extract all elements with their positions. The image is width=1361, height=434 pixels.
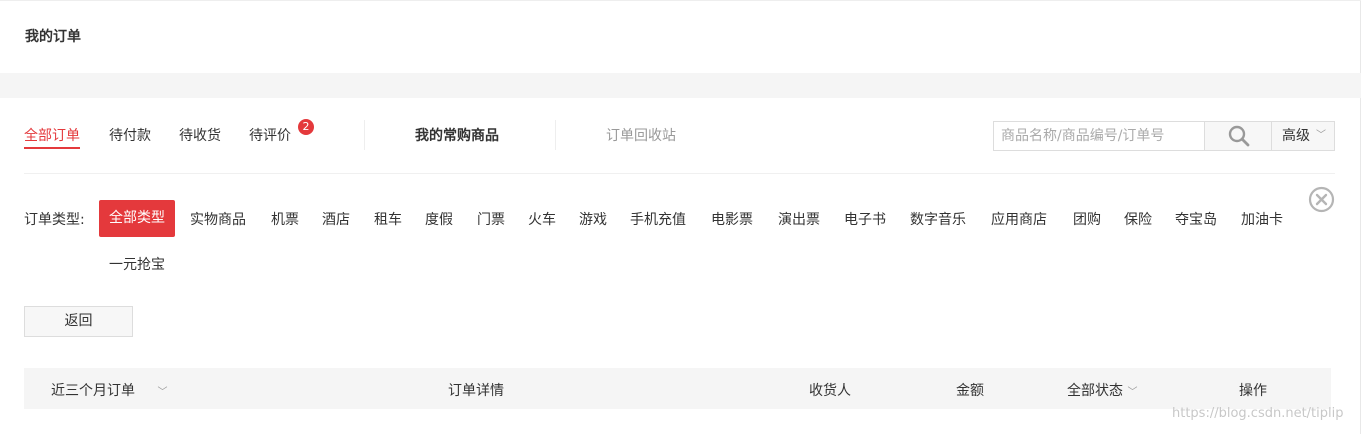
close-circle-icon[interactable]: [1308, 186, 1335, 213]
tab-recycle-bin[interactable]: 订单回收站: [606, 125, 676, 145]
type-tickets[interactable]: 门票: [477, 209, 505, 229]
status-filter[interactable]: 全部状态 ﹀: [1067, 380, 1137, 400]
period-filter[interactable]: 近三个月订单 ﹀: [51, 380, 167, 400]
tab-pending-receipt[interactable]: 待收货: [179, 125, 221, 145]
column-order-details: 订单详情: [448, 383, 504, 399]
order-search-input[interactable]: [993, 121, 1205, 151]
divider-line: [24, 173, 1335, 174]
type-one-yuan-snatch[interactable]: 一元抢宝: [109, 254, 165, 274]
type-movie-tickets[interactable]: 电影票: [711, 209, 753, 229]
tab-pending-payment[interactable]: 待付款: [109, 125, 151, 145]
advanced-search-button[interactable]: 高级 ﹀: [1271, 121, 1335, 151]
column-actions: 操作: [1239, 383, 1267, 399]
order-tabs: 全部订单 待付款 待收货 待评价 2 我的常购商品 订单回收站 高级 ﹀: [0, 98, 1361, 174]
column-amount: 金额: [956, 383, 984, 399]
type-fuel-card[interactable]: 加油卡: [1241, 209, 1283, 229]
type-flights[interactable]: 机票: [271, 209, 299, 229]
type-group-buy[interactable]: 团购: [1073, 209, 1101, 229]
order-type-label: 订单类型:: [24, 212, 85, 228]
search-icon: [1228, 125, 1250, 147]
type-physical-goods[interactable]: 实物商品: [190, 209, 246, 229]
advanced-label: 高级: [1282, 128, 1310, 144]
order-table-header: 近三个月订单 ﹀ 订单详情 收货人 金额 全部状态 ﹀ 操作: [24, 368, 1331, 409]
chevron-down-icon: ﹀: [1316, 130, 1326, 141]
type-mobile-topup[interactable]: 手机充值: [630, 209, 686, 229]
type-games[interactable]: 游戏: [579, 209, 607, 229]
tab-pending-review[interactable]: 待评价: [249, 125, 291, 145]
type-app-store[interactable]: 应用商店: [991, 209, 1047, 229]
search-button[interactable]: [1204, 121, 1272, 151]
chevron-down-icon: ﹀: [1127, 387, 1138, 398]
type-show-tickets[interactable]: 演出票: [778, 209, 820, 229]
watermark-text: https://blog.csdn.net/tiplip: [1172, 406, 1344, 421]
tab-divider: [555, 120, 556, 150]
column-receiver: 收货人: [809, 383, 851, 399]
type-ebooks[interactable]: 电子书: [844, 209, 886, 229]
title-bar: 我的订单: [0, 0, 1361, 73]
type-train[interactable]: 火车: [528, 209, 556, 229]
order-page: 我的订单 全部订单 待付款 待收货 待评价 2 我的常购商品 订单回收站 高级 …: [0, 0, 1361, 434]
period-label: 近三个月订单: [51, 383, 135, 399]
chevron-down-icon: ﹀: [157, 387, 168, 398]
type-digital-music[interactable]: 数字音乐: [910, 209, 966, 229]
tab-frequent-goods[interactable]: 我的常购商品: [415, 125, 499, 145]
type-treasure-island[interactable]: 夺宝岛: [1175, 209, 1217, 229]
tab-all-orders[interactable]: 全部订单: [24, 125, 80, 149]
page-title: 我的订单: [25, 29, 81, 45]
separator-band: [0, 73, 1361, 98]
type-vacation[interactable]: 度假: [425, 209, 453, 229]
tab-divider: [364, 120, 365, 150]
type-hotel[interactable]: 酒店: [322, 209, 350, 229]
back-button[interactable]: 返回: [24, 306, 133, 337]
review-count-badge: 2: [298, 119, 314, 135]
type-car-rental[interactable]: 租车: [374, 209, 402, 229]
type-all[interactable]: 全部类型: [99, 200, 175, 237]
status-label: 全部状态: [1067, 383, 1123, 399]
type-insurance[interactable]: 保险: [1124, 209, 1152, 229]
